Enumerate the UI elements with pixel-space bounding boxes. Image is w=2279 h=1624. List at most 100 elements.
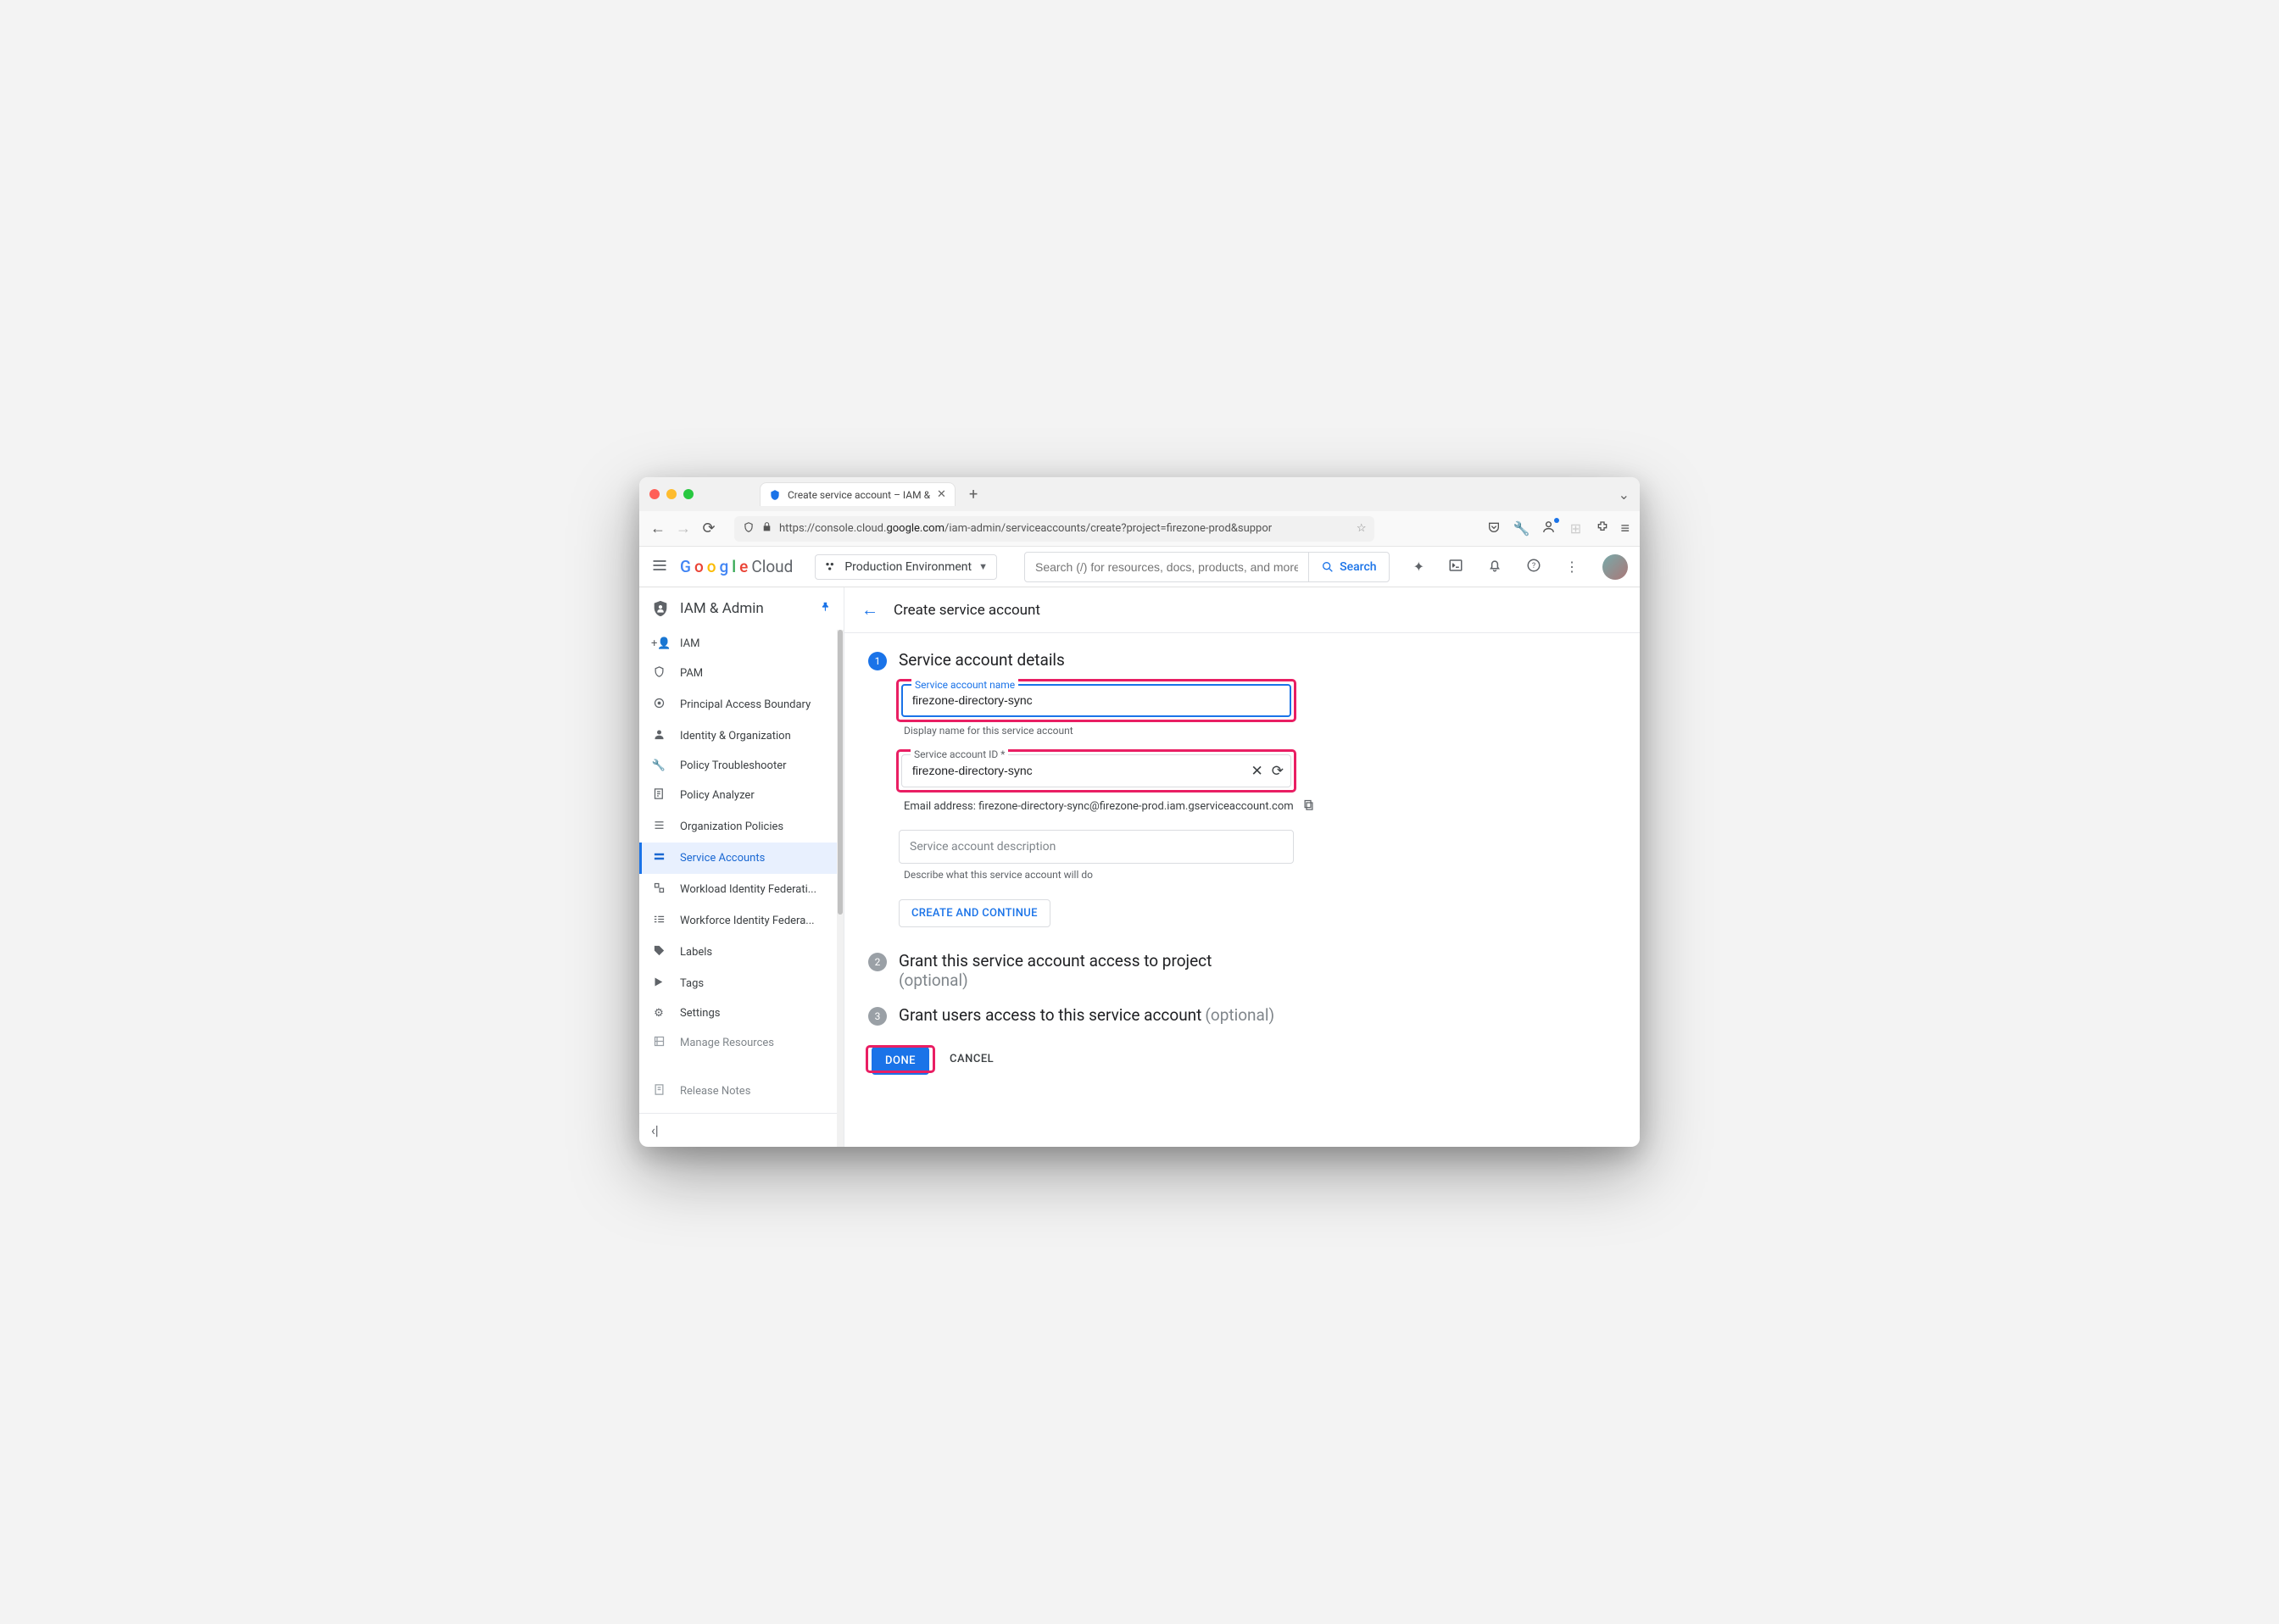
step-2-badge: 2 <box>868 953 887 971</box>
browser-tab[interactable]: Create service account – IAM & ✕ <box>760 482 956 506</box>
sidebar-item-troubleshooter[interactable]: 🔧Policy Troubleshooter <box>639 752 844 780</box>
id-field[interactable]: Service account ID * ✕ ⟳ <box>901 754 1291 787</box>
sidebar-item-manage-resources[interactable]: Manage Resources <box>639 1027 844 1059</box>
reload-button[interactable]: ⟳ <box>700 520 717 537</box>
sidebar-item-settings[interactable]: ⚙Settings <box>639 999 844 1027</box>
sidebar-item-iam[interactable]: +👤IAM <box>639 630 844 658</box>
sidebar-item-labels[interactable]: Labels <box>639 937 844 968</box>
extensions-icon[interactable] <box>1593 520 1612 537</box>
actions-row: DONE CANCEL <box>868 1048 1616 1071</box>
new-tab-button[interactable]: + <box>962 486 984 503</box>
cloud-shell-icon[interactable] <box>1448 558 1463 576</box>
person-icon <box>651 728 666 744</box>
name-helper: Display name for this service account <box>904 725 1616 737</box>
cancel-button[interactable]: CANCEL <box>950 1053 994 1065</box>
id-input[interactable] <box>912 764 1206 777</box>
sidebar-items: +👤IAM PAM Principal Access Boundary Iden… <box>639 630 844 1113</box>
notes-icon <box>651 1083 666 1099</box>
menu-icon[interactable]: ≡ <box>1620 520 1630 537</box>
browser-window: Create service account – IAM & ✕ + ⌄ ← →… <box>639 477 1640 1147</box>
step-3: 3 Grant users access to this service acc… <box>868 1005 1616 1026</box>
step-1-badge: 1 <box>868 652 887 670</box>
resources-icon <box>651 1035 666 1051</box>
boundary-icon <box>651 697 666 713</box>
forward-button: → <box>675 520 692 537</box>
maximize-window-icon[interactable] <box>683 489 694 499</box>
account-icon[interactable] <box>1539 520 1557 537</box>
analyzer-icon <box>651 787 666 804</box>
wrench-icon: 🔧 <box>651 759 666 772</box>
create-continue-button[interactable]: CREATE AND CONTINUE <box>899 899 1050 927</box>
app-body: IAM & Admin +👤IAM PAM Principal Access B… <box>639 587 1640 1147</box>
search-input[interactable] <box>1025 560 1308 574</box>
sidebar-item-pam[interactable]: PAM <box>639 658 844 689</box>
address-bar[interactable]: https://console.cloud.google.com/iam-adm… <box>734 516 1374 542</box>
help-icon[interactable]: ? <box>1526 558 1541 576</box>
step-2: 2 Grant this service account access to p… <box>868 951 1616 990</box>
sidebar-item-workforce-fed[interactable]: Workforce Identity Federa... <box>639 905 844 937</box>
project-name: Production Environment <box>844 560 972 574</box>
tabs-overflow-icon[interactable]: ⌄ <box>1619 487 1630 503</box>
star-icon[interactable]: ☆ <box>1357 522 1367 535</box>
minimize-window-icon[interactable] <box>666 489 677 499</box>
sidebar-scrollbar[interactable] <box>837 630 844 1147</box>
gcp-logo[interactable]: Google Cloud <box>680 557 793 576</box>
sidebar-item-release-notes[interactable]: Release Notes <box>639 1076 844 1107</box>
list-icon <box>651 819 666 835</box>
tab-favicon-icon <box>769 489 781 501</box>
nav-menu-icon[interactable] <box>651 557 668 577</box>
tool-icon[interactable]: 🔧 <box>1512 520 1530 537</box>
sidebar-collapse-button[interactable]: ‹| <box>639 1113 844 1147</box>
name-field[interactable]: Service account name <box>901 684 1291 717</box>
pin-icon[interactable] <box>820 600 832 617</box>
project-icon <box>824 560 838 574</box>
window-controls <box>649 489 694 499</box>
sidebar-item-identity[interactable]: Identity & Organization <box>639 720 844 752</box>
gemini-icon[interactable]: ✦ <box>1413 559 1424 575</box>
search-button[interactable]: Search <box>1308 553 1388 581</box>
iam-shield-icon <box>651 599 670 618</box>
tab-close-icon[interactable]: ✕ <box>937 488 946 501</box>
sidebar-item-service-accounts[interactable]: Service Accounts <box>639 843 844 874</box>
workforce-icon <box>651 913 666 929</box>
main-pane: ← Create service account 1 Service accou… <box>844 587 1640 1147</box>
url-text: https://console.cloud.google.com/iam-adm… <box>779 522 1350 535</box>
pocket-icon[interactable] <box>1485 520 1503 537</box>
tab-title: Create service account – IAM & <box>788 489 930 501</box>
close-window-icon[interactable] <box>649 489 660 499</box>
grid-icon[interactable]: ⊞ <box>1566 520 1585 537</box>
sidebar-item-analyzer[interactable]: Policy Analyzer <box>639 780 844 811</box>
sidebar-item-workload-fed[interactable]: Workload Identity Federati... <box>639 874 844 905</box>
more-icon[interactable]: ⋮ <box>1565 559 1579 575</box>
sidebar-item-tags[interactable]: Tags <box>639 968 844 999</box>
step-3-subtitle: (optional) <box>1205 1005 1274 1025</box>
sidebar-item-pab[interactable]: Principal Access Boundary <box>639 689 844 720</box>
name-input[interactable] <box>912 693 1280 707</box>
name-field-highlight: Service account name <box>899 681 1294 720</box>
copy-icon[interactable] <box>1302 798 1315 815</box>
shield-icon <box>743 521 755 537</box>
clear-icon[interactable]: ✕ <box>1251 763 1263 780</box>
chevron-down-icon: ▼ <box>978 561 988 572</box>
people-icon: +👤 <box>651 637 666 650</box>
description-field[interactable]: Service account description <box>899 830 1294 864</box>
project-picker[interactable]: Production Environment ▼ <box>815 554 997 580</box>
step-1-title: Service account details <box>899 650 1616 670</box>
step-2-subtitle: (optional) <box>899 971 968 990</box>
id-field-highlight: Service account ID * ✕ ⟳ <box>899 752 1294 790</box>
email-row: Email address: firezone-directory-sync@f… <box>904 798 1616 815</box>
back-arrow-button[interactable]: ← <box>861 599 878 620</box>
notifications-icon[interactable] <box>1487 558 1502 576</box>
refresh-icon[interactable]: ⟳ <box>1272 763 1284 780</box>
avatar[interactable] <box>1602 554 1628 580</box>
service-account-icon <box>651 850 666 866</box>
done-button[interactable]: DONE <box>872 1047 929 1075</box>
done-highlight: DONE <box>868 1048 933 1071</box>
back-button[interactable]: ← <box>649 520 666 537</box>
sidebar-header: IAM & Admin <box>639 587 844 630</box>
sidebar-item-org-policies[interactable]: Organization Policies <box>639 811 844 843</box>
arrow-icon <box>651 976 666 992</box>
browser-toolbar: ← → ⟳ https://console.cloud.google.com/i… <box>639 511 1640 547</box>
main-header: ← Create service account <box>844 587 1640 633</box>
federation-icon <box>651 882 666 898</box>
